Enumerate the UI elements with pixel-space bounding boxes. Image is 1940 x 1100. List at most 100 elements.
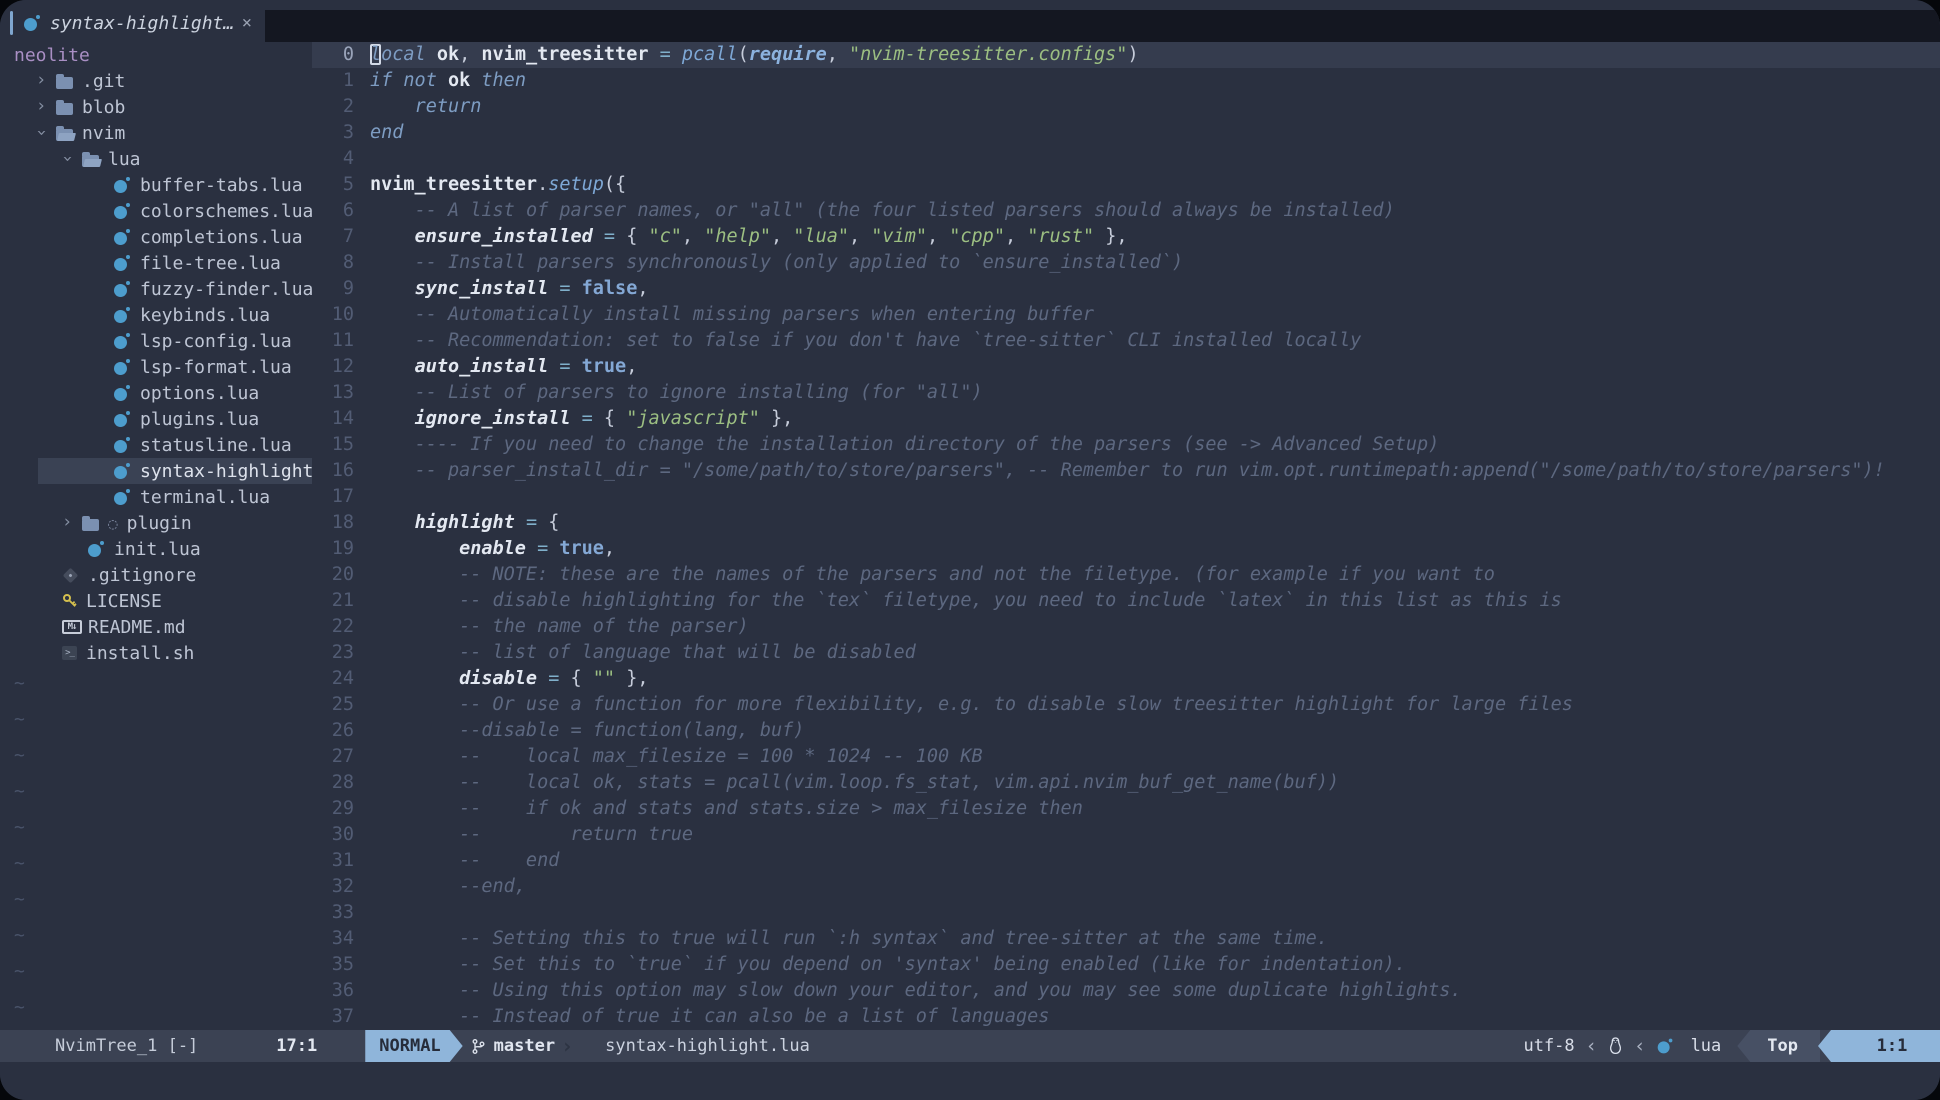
tree-item-terminal.lua[interactable]: terminal.lua bbox=[0, 484, 312, 510]
command-line[interactable] bbox=[0, 1062, 1940, 1100]
code-text: ignore_install = { "javascript" }, bbox=[370, 406, 793, 432]
tree-item-buffer-tabs.lua[interactable]: buffer-tabs.lua bbox=[0, 172, 312, 198]
lua-file-icon bbox=[1657, 1039, 1673, 1054]
code-line-4[interactable]: 4 bbox=[312, 146, 1940, 172]
code-line-23[interactable]: 23 -- list of language that will be disa… bbox=[312, 640, 1940, 666]
tree-item-syntax-highlight.lua[interactable]: syntax-highlight.lua bbox=[0, 458, 312, 484]
tree-item-label: plugins.lua bbox=[140, 409, 259, 430]
code-line-6[interactable]: 6 -- A list of parser names, or "all" (t… bbox=[312, 198, 1940, 224]
line-number: 31 bbox=[312, 848, 370, 874]
code-line-29[interactable]: 29 -- if ok and stats and stats.size > m… bbox=[312, 796, 1940, 822]
code-text: -- Instead of true it can also be a list… bbox=[370, 1004, 1049, 1030]
tree-item-options.lua[interactable]: options.lua bbox=[0, 380, 312, 406]
tree-item-README.md[interactable]: README.md bbox=[0, 614, 312, 640]
code-line-37[interactable]: 37 -- Instead of true it can also be a l… bbox=[312, 1004, 1940, 1030]
code-line-34[interactable]: 34 -- Setting this to true will run `:h … bbox=[312, 926, 1940, 952]
tree-item-.gitignore[interactable]: .gitignore bbox=[0, 562, 312, 588]
folder-icon bbox=[56, 77, 73, 89]
tree-item-completions.lua[interactable]: completions.lua bbox=[0, 224, 312, 250]
tree-item-neolite[interactable]: neolite bbox=[0, 42, 312, 68]
code-line-0[interactable]: 0local ok, nvim_treesitter = pcall(requi… bbox=[312, 42, 1940, 68]
tree-item-lsp-config.lua[interactable]: lsp-config.lua bbox=[0, 328, 312, 354]
code-line-16[interactable]: 16 -- parser_install_dir = "/some/path/t… bbox=[312, 458, 1940, 484]
code-line-28[interactable]: 28 -- local ok, stats = pcall(vim.loop.f… bbox=[312, 770, 1940, 796]
statusline-buffer-name: NvimTree_1 [-] bbox=[55, 1030, 198, 1062]
chevron-down-icon: › bbox=[33, 127, 50, 137]
tree-item-nvim[interactable]: ›nvim bbox=[0, 120, 312, 146]
line-number: 8 bbox=[312, 250, 370, 276]
tree-item-label: LICENSE bbox=[86, 591, 162, 612]
tree-item-label: blob bbox=[82, 97, 125, 118]
code-line-15[interactable]: 15 ---- If you need to change the instal… bbox=[312, 432, 1940, 458]
code-line-35[interactable]: 35 -- Set this to `true` if you depend o… bbox=[312, 952, 1940, 978]
code-line-21[interactable]: 21 -- disable highlighting for the `tex`… bbox=[312, 588, 1940, 614]
tree-item-file-tree.lua[interactable]: file-tree.lua bbox=[0, 250, 312, 276]
folder-icon bbox=[82, 519, 99, 531]
code-text: -- NOTE: these are the names of the pars… bbox=[370, 562, 1495, 588]
tree-item-plugin[interactable]: ›◌plugin bbox=[0, 510, 312, 536]
tree-item-lua[interactable]: ›lua bbox=[0, 146, 312, 172]
tree-item-label: install.sh bbox=[86, 643, 194, 664]
code-line-32[interactable]: 32 --end, bbox=[312, 874, 1940, 900]
code-line-9[interactable]: 9 sync_install = false, bbox=[312, 276, 1940, 302]
line-number: 23 bbox=[312, 640, 370, 666]
code-line-3[interactable]: 3end bbox=[312, 120, 1940, 146]
code-line-33[interactable]: 33 bbox=[312, 900, 1940, 926]
code-line-7[interactable]: 7 ensure_installed = { "c", "help", "lua… bbox=[312, 224, 1940, 250]
scroll-position: Top bbox=[1737, 1030, 1820, 1062]
tree-item-label: plugin bbox=[127, 513, 192, 534]
tree-item-.git[interactable]: ›.git bbox=[0, 68, 312, 94]
code-line-19[interactable]: 19 enable = true, bbox=[312, 536, 1940, 562]
code-line-10[interactable]: 10 -- Automatically install missing pars… bbox=[312, 302, 1940, 328]
code-line-5[interactable]: 5nvim_treesitter.setup({ bbox=[312, 172, 1940, 198]
close-icon[interactable]: × bbox=[242, 13, 252, 33]
code-text: nvim_treesitter.setup({ bbox=[370, 172, 626, 198]
line-number: 16 bbox=[312, 458, 370, 484]
code-line-20[interactable]: 20 -- NOTE: these are the names of the p… bbox=[312, 562, 1940, 588]
lua-file-icon bbox=[114, 229, 131, 245]
tree-item-plugins.lua[interactable]: plugins.lua bbox=[0, 406, 312, 432]
code-line-14[interactable]: 14 ignore_install = { "javascript" }, bbox=[312, 406, 1940, 432]
code-line-22[interactable]: 22 -- the name of the parser) bbox=[312, 614, 1940, 640]
code-line-11[interactable]: 11 -- Recommendation: set to false if yo… bbox=[312, 328, 1940, 354]
tree-item-statusline.lua[interactable]: statusline.lua bbox=[0, 432, 312, 458]
code-line-12[interactable]: 12 auto_install = true, bbox=[312, 354, 1940, 380]
tree-item-lsp-format.lua[interactable]: lsp-format.lua bbox=[0, 354, 312, 380]
code-line-18[interactable]: 18 highlight = { bbox=[312, 510, 1940, 536]
code-line-27[interactable]: 27 -- local max_filesize = 100 * 1024 --… bbox=[312, 744, 1940, 770]
code-line-36[interactable]: 36 -- Using this option may slow down yo… bbox=[312, 978, 1940, 1004]
tabline-empty-area bbox=[265, 10, 1940, 42]
folder-icon bbox=[56, 103, 73, 115]
tree-item-blob[interactable]: ›blob bbox=[0, 94, 312, 120]
tree-item-keybinds.lua[interactable]: keybinds.lua bbox=[0, 302, 312, 328]
line-number: 12 bbox=[312, 354, 370, 380]
code-text: -- Recommendation: set to false if you d… bbox=[370, 328, 1361, 354]
code-line-24[interactable]: 24 disable = { "" }, bbox=[312, 666, 1940, 692]
empty-line-tilde: ~ bbox=[0, 990, 312, 1026]
code-text: -- Install parsers synchronously (only a… bbox=[370, 250, 1183, 276]
lua-file-icon bbox=[114, 281, 131, 297]
lua-file-icon bbox=[114, 359, 131, 375]
tree-item-LICENSE[interactable]: LICENSE bbox=[0, 588, 312, 614]
code-line-8[interactable]: 8 -- Install parsers synchronously (only… bbox=[312, 250, 1940, 276]
cursor-position-badge: 1:1 bbox=[1818, 1030, 1940, 1062]
line-number: 32 bbox=[312, 874, 370, 900]
tree-item-colorschemes.lua[interactable]: colorschemes.lua bbox=[0, 198, 312, 224]
code-line-1[interactable]: 1if not ok then bbox=[312, 68, 1940, 94]
code-line-26[interactable]: 26 --disable = function(lang, buf) bbox=[312, 718, 1940, 744]
code-line-17[interactable]: 17 bbox=[312, 484, 1940, 510]
code-line-31[interactable]: 31 -- end bbox=[312, 848, 1940, 874]
tree-item-fuzzy-finder.lua[interactable]: fuzzy-finder.lua bbox=[0, 276, 312, 302]
tree-item-install.sh[interactable]: install.sh bbox=[0, 640, 312, 666]
tab-syntax-highlight[interactable]: syntax-highlight… × bbox=[10, 4, 262, 42]
code-text: -- end bbox=[370, 848, 559, 874]
code-text: local ok, nvim_treesitter = pcall(requir… bbox=[370, 42, 1139, 68]
code-line-25[interactable]: 25 -- Or use a function for more flexibi… bbox=[312, 692, 1940, 718]
chevron-down-icon: › bbox=[59, 153, 76, 163]
code-line-30[interactable]: 30 -- return true bbox=[312, 822, 1940, 848]
tree-item-init.lua[interactable]: init.lua bbox=[0, 536, 312, 562]
code-line-13[interactable]: 13 -- List of parsers to ignore installi… bbox=[312, 380, 1940, 406]
statusline-separator: › bbox=[561, 1030, 573, 1062]
filetype-label: lua bbox=[1691, 1036, 1722, 1056]
code-line-2[interactable]: 2 return bbox=[312, 94, 1940, 120]
